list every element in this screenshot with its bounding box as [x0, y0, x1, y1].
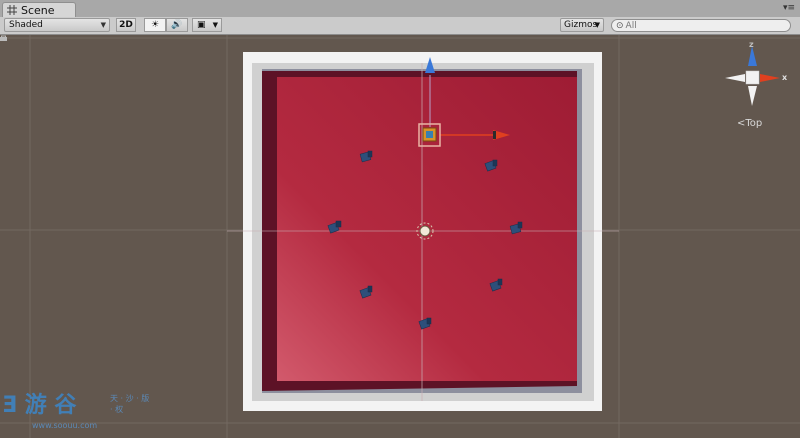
- watermark-sub: 天 · 沙 · 版 · 权: [110, 394, 150, 414]
- scene-canvas[interactable]: [0, 35, 800, 438]
- mode-2d-toggle[interactable]: 2D: [116, 18, 136, 32]
- speaker-icon: 🔊: [171, 20, 183, 30]
- orientation-gizmo: [725, 46, 780, 106]
- tab-scene-label: Scene: [21, 3, 55, 17]
- chevron-down-icon: ▼: [212, 21, 218, 29]
- watermark-text: Ǝ 游 谷: [2, 393, 77, 418]
- tab-scene[interactable]: Scene: [2, 2, 76, 17]
- lighting-toggle[interactable]: ☀: [144, 18, 166, 32]
- shading-mode-dropdown[interactable]: Shaded ▼: [4, 18, 110, 32]
- search-icon: ⊙: [616, 20, 624, 31]
- lock-icon[interactable]: [0, 35, 7, 41]
- tab-strip: Scene ▾≡: [0, 0, 800, 18]
- search-placeholder: All: [625, 20, 637, 31]
- scene-viewport[interactable]: z x <Top Ǝ 游 谷 天 · 沙 · 版 · 权 www.soouu.c…: [0, 35, 800, 438]
- chevron-down-icon: ▼: [594, 21, 600, 29]
- scene-toolbar: Shaded ▼ 2D ☀ 🔊 ▣ ▼ Gizmos ▼ ⊙ All: [0, 17, 800, 35]
- gizmos-label: Gizmos: [564, 20, 598, 30]
- panel-menu-icon[interactable]: ▾≡: [783, 3, 795, 13]
- search-input[interactable]: ⊙ All: [611, 19, 791, 32]
- chevron-down-icon: ▼: [100, 21, 106, 29]
- audio-toggle[interactable]: 🔊: [166, 18, 188, 32]
- effects-dropdown[interactable]: ▣ ▼: [192, 18, 222, 32]
- shading-mode-label: Shaded: [9, 20, 43, 30]
- view-projection-label[interactable]: <Top: [737, 118, 762, 129]
- scene-grid-icon: [7, 5, 17, 15]
- sun-icon: ☀: [150, 20, 160, 30]
- mode-2d-label: 2D: [119, 20, 133, 30]
- watermark-url: www.soouu.com: [32, 421, 98, 430]
- image-icon: ▣: [197, 20, 206, 30]
- axis-z-label: z: [749, 40, 754, 49]
- gizmos-dropdown[interactable]: Gizmos ▼: [560, 18, 604, 32]
- watermark: Ǝ 游 谷 天 · 沙 · 版 · 权 www.soouu.com: [2, 387, 149, 430]
- axis-x-label: x: [782, 73, 788, 82]
